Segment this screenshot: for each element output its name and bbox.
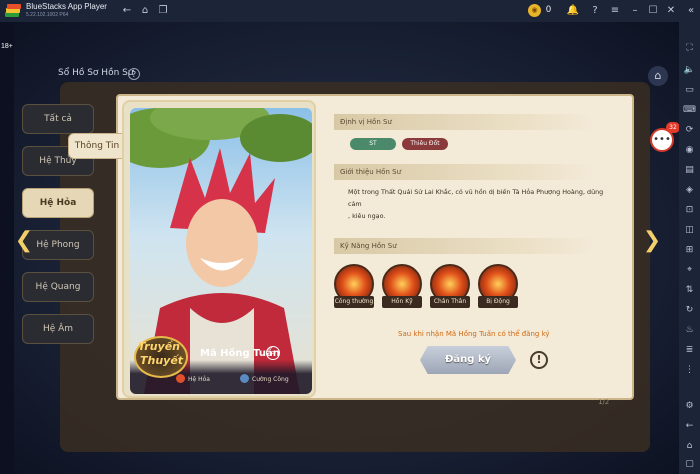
maximize-icon[interactable]: ☐: [646, 4, 660, 18]
fire-element-icon: [176, 374, 185, 383]
next-arrow-icon[interactable]: ❯: [640, 228, 664, 254]
help-button[interactable]: ?: [128, 68, 140, 80]
page-title: Sổ Hồ Sơ Hồn Sư: [58, 68, 134, 78]
intro-section-title: Giới thiệu Hồn Sư: [334, 164, 596, 180]
skill-label: Công thường: [334, 296, 374, 308]
sync-icon[interactable]: ⟳: [683, 124, 696, 137]
shake-icon[interactable]: ⇅: [683, 284, 696, 297]
tab-dark[interactable]: Hệ Âm: [22, 314, 94, 344]
skill-label: Bị Động: [478, 296, 518, 308]
chat-badge: 32: [666, 122, 680, 133]
hero-description: Một trong Thất Quái Sử Lai Khắc, có vũ h…: [348, 186, 618, 222]
tab-fire[interactable]: Hệ Hỏa: [22, 188, 94, 218]
app-version: 5.22.102.1002 P64: [26, 12, 69, 18]
location-icon[interactable]: ⌖: [683, 264, 696, 277]
coin-count: 0: [546, 4, 552, 14]
tag-burn: Thiêu Đốt: [402, 138, 448, 150]
tag-st: ST: [350, 138, 396, 150]
record-icon[interactable]: ◉: [683, 144, 696, 157]
camera-icon[interactable]: ⊡: [683, 204, 696, 217]
close-icon[interactable]: ✕: [664, 4, 678, 18]
hero-type: Cường Công: [252, 376, 289, 383]
bluestacks-logo-icon: [5, 4, 21, 17]
prev-arrow-icon[interactable]: ❮: [12, 228, 36, 254]
home-icon[interactable]: ⌂: [138, 4, 152, 18]
layers-icon[interactable]: ≣: [683, 344, 696, 357]
fullscreen-icon[interactable]: ⛶: [683, 42, 696, 55]
notification-icon[interactable]: 🔔: [566, 4, 580, 18]
tab-all[interactable]: Tất cả: [22, 104, 94, 134]
eco-mode-icon[interactable]: ♨: [683, 324, 696, 337]
back-icon[interactable]: ←: [120, 4, 134, 18]
app-title: BlueStacks App Player: [26, 2, 107, 11]
menu-icon[interactable]: ≡: [608, 4, 622, 18]
keyboard-icon[interactable]: ⌨: [683, 104, 696, 117]
sidebar-home-icon[interactable]: ⌂: [683, 440, 696, 453]
help-icon[interactable]: ?: [588, 4, 602, 18]
info-tab[interactable]: Thông Tin: [68, 133, 126, 159]
recent-apps-icon[interactable]: ▢: [683, 458, 696, 471]
skill-label: Chân Thân: [430, 296, 470, 308]
volume-icon[interactable]: 🔈: [683, 64, 696, 77]
collapse-icon[interactable]: «: [684, 4, 698, 18]
page-indicator: 1/2: [598, 398, 610, 406]
sidebar-back-icon[interactable]: ←: [683, 420, 696, 433]
coin-icon[interactable]: ◉: [528, 4, 541, 17]
info-icon[interactable]: !: [530, 351, 548, 369]
title-bar: BlueStacks App Player 5.22.102.1002 P64 …: [0, 0, 700, 22]
apk-icon[interactable]: ◫: [683, 224, 696, 237]
skills-section-title: Kỹ Năng Hồn Sư: [334, 238, 596, 254]
tab-light[interactable]: Hệ Quang: [22, 272, 94, 302]
multi-instance-icon[interactable]: ❐: [156, 4, 170, 18]
home-button[interactable]: ⌂: [648, 66, 668, 86]
macro-icon[interactable]: ▤: [683, 164, 696, 177]
gamepad-icon[interactable]: ◈: [683, 184, 696, 197]
zoom-icon[interactable]: ⌕: [266, 346, 280, 360]
rotate-icon[interactable]: ↻: [683, 304, 696, 317]
skill-label: Hồn Kỹ: [382, 296, 422, 308]
right-sidebar: ⛶ 🔈 ▭ ⌨ ⟳ ◉ ▤ ◈ ⊡ ◫ ⊞ ⌖ ⇅ ↻ ♨ ≣ ⋮ ⚙ ← ⌂ …: [679, 22, 700, 474]
settings-icon[interactable]: ⚙: [683, 400, 696, 413]
hero-element: Hệ Hỏa: [188, 376, 210, 383]
position-section-title: Định vị Hồn Sư: [334, 114, 596, 130]
register-button[interactable]: Đăng ký: [420, 346, 516, 374]
unlock-note: Sau khi nhận Mã Hồng Tuấn có thể đăng ký: [398, 330, 550, 338]
rarity-line1: Truyền: [138, 340, 181, 353]
screen-icon[interactable]: ▭: [683, 84, 696, 97]
description-line1: Một trong Thất Quái Sử Lai Khắc, có vũ h…: [348, 188, 604, 208]
attack-type-icon: [240, 374, 249, 383]
minimize-icon[interactable]: –: [628, 4, 642, 18]
description-line2: , kiêu ngạo.: [348, 212, 386, 220]
screenshot-icon[interactable]: ⊞: [683, 244, 696, 257]
rarity-line2: Thuyết: [140, 354, 184, 367]
age-rating-badge: 18+: [1, 43, 13, 50]
script-icon[interactable]: ⋮: [683, 364, 696, 377]
